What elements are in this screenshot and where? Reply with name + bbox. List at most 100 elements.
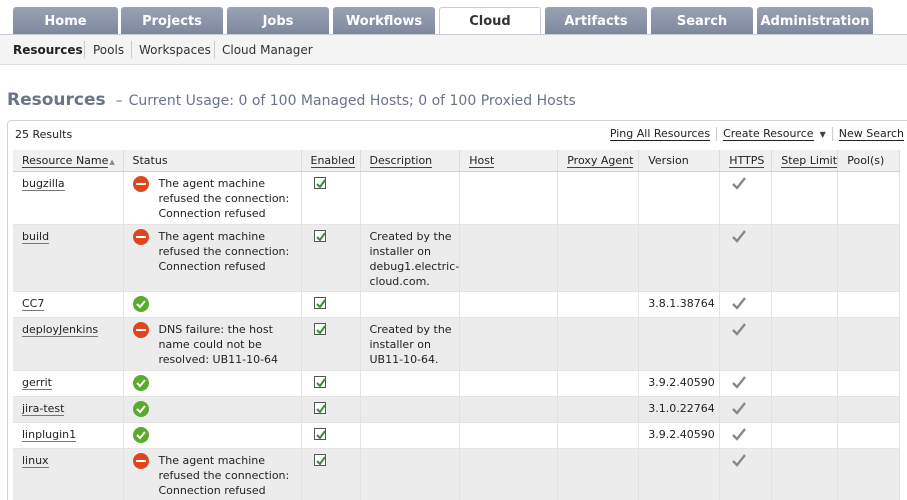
col-resource-name[interactable]: Resource Name▲ (13, 150, 124, 172)
col-proxy-agent[interactable]: Proxy Agent (557, 150, 640, 172)
tab-workflows[interactable]: Workflows (333, 7, 435, 35)
new-search-link[interactable]: New Search (838, 127, 904, 141)
enabled-checkbox[interactable] (313, 229, 326, 242)
version-text: 3.9.2.40590 (648, 427, 715, 441)
cell-step-limit (771, 291, 839, 318)
cell-enabled (301, 317, 361, 371)
tab-administration[interactable]: Administration (757, 7, 873, 35)
cell-step-limit (771, 396, 839, 423)
ok-status-icon (132, 295, 149, 312)
sort-asc-icon: ▲ (109, 157, 115, 166)
status-text: DNS failure: the host name could not be … (158, 322, 279, 366)
tab-administration-label: Administration (760, 13, 870, 29)
col-host[interactable]: Host (459, 150, 559, 172)
resource-link[interactable]: jira-test (22, 401, 65, 416)
cell-resource-name: jira-test (13, 396, 124, 423)
cell-host (459, 224, 559, 292)
table-row: bugzilla The agent machine refused the c… (13, 171, 901, 225)
subnav-cloud-manager[interactable]: Cloud Manager (222, 43, 313, 57)
sub-nav: Resources Pools Workspaces Cloud Manager (0, 35, 907, 65)
cell-version: 3.1.0.22764 (638, 396, 721, 423)
tab-cloud[interactable]: Cloud (439, 7, 541, 35)
https-check-icon (732, 453, 747, 471)
cell-https (719, 396, 773, 423)
enabled-checkbox[interactable] (313, 401, 326, 414)
cell-enabled (301, 291, 361, 318)
enabled-checkbox[interactable] (313, 176, 326, 189)
cell-pools (837, 396, 901, 423)
tab-projects[interactable]: Projects (121, 7, 223, 35)
status-wrap: DNS failure: the host name could not be … (132, 321, 301, 367)
tab-workflows-label: Workflows (345, 13, 423, 29)
tab-home[interactable]: Home (13, 7, 118, 35)
resource-link[interactable]: linplugin1 (22, 427, 77, 442)
tab-jobs[interactable]: Jobs (227, 7, 329, 35)
cell-version: 3.8.1.38764 (638, 291, 721, 318)
https-check-icon (732, 401, 747, 419)
description-text: Created by the installer on UB11-10-64. (369, 322, 452, 366)
table-row: linux The agent machine refused the conn… (13, 448, 901, 500)
cell-host (459, 317, 559, 371)
tab-search[interactable]: Search (651, 7, 753, 35)
dropdown-caret-icon[interactable]: ▼ (820, 130, 826, 139)
error-status-icon (132, 228, 149, 245)
resource-link[interactable]: gerrit (22, 375, 52, 390)
enabled-checkbox[interactable] (313, 427, 326, 440)
tab-artifacts[interactable]: Artifacts (545, 7, 647, 35)
col-description-label: Description (369, 153, 433, 168)
tab-home-label: Home (44, 13, 87, 29)
subnav-divider (131, 41, 132, 58)
cell-https (719, 291, 773, 318)
table-row: gerrit 3.9.2.40590 (13, 370, 901, 397)
col-https[interactable]: HTTPS (719, 150, 773, 172)
cell-resource-name: CC7 (13, 291, 124, 318)
cell-step-limit (771, 224, 839, 292)
status-wrap: The agent machine refused the connection… (132, 452, 301, 498)
page-title: Resources (7, 90, 106, 110)
resource-link[interactable]: build (22, 229, 50, 244)
cell-https (719, 448, 773, 500)
col-pools: Pool(s) (837, 150, 901, 172)
table-row: CC7 3.8.1.38764 (13, 291, 901, 318)
resource-link[interactable]: linux (22, 453, 49, 468)
col-description[interactable]: Description (360, 150, 461, 172)
resources-table: Resource Name▲ Status Enabled Descriptio… (13, 150, 901, 500)
table-row: linplugin1 3.9.2.40590 (13, 422, 901, 449)
resources-panel: 25 Results Ping All Resources Create Res… (7, 120, 907, 500)
enabled-checkbox[interactable] (313, 453, 326, 466)
subnav-pools[interactable]: Pools (93, 43, 124, 57)
error-status-icon (132, 175, 149, 192)
resource-link[interactable]: CC7 (22, 296, 45, 311)
enabled-checkbox[interactable] (313, 322, 326, 335)
tab-jobs-label: Jobs (262, 13, 294, 29)
cell-enabled (301, 224, 361, 292)
col-step-limit[interactable]: Step Limit (771, 150, 839, 172)
resource-link[interactable]: bugzilla (22, 176, 65, 191)
resource-link[interactable]: deployJenkins (22, 322, 99, 337)
subnav-resources[interactable]: Resources (13, 43, 83, 57)
cell-resource-name: deployJenkins (13, 317, 124, 371)
subnav-divider (84, 41, 85, 58)
status-text: The agent machine refused the connection… (158, 176, 290, 220)
col-enabled[interactable]: Enabled (301, 150, 361, 172)
enabled-checkbox[interactable] (313, 296, 326, 309)
subnav-workspaces[interactable]: Workspaces (139, 43, 211, 57)
cell-enabled (301, 396, 361, 423)
enabled-checkbox[interactable] (313, 375, 326, 388)
cell-description (360, 396, 461, 423)
col-host-label: Host (469, 153, 495, 168)
cell-step-limit (771, 370, 839, 397)
cell-proxy-agent (557, 448, 640, 500)
col-step-limit-label: Step Limit (781, 153, 838, 168)
cell-version (638, 317, 721, 371)
page-heading: Resources – Current Usage: 0 of 100 Manage… (7, 90, 576, 110)
col-proxy-agent-label: Proxy Agent (567, 153, 634, 168)
create-resource-link[interactable]: Create Resource (723, 127, 814, 141)
cell-host (459, 291, 559, 318)
cell-https (719, 171, 773, 225)
cell-step-limit (771, 171, 839, 225)
col-resource-name-label: Resource Name (22, 153, 109, 168)
error-status-icon (132, 321, 149, 338)
cell-resource-name: bugzilla (13, 171, 124, 225)
ping-all-link[interactable]: Ping All Resources (609, 127, 711, 141)
